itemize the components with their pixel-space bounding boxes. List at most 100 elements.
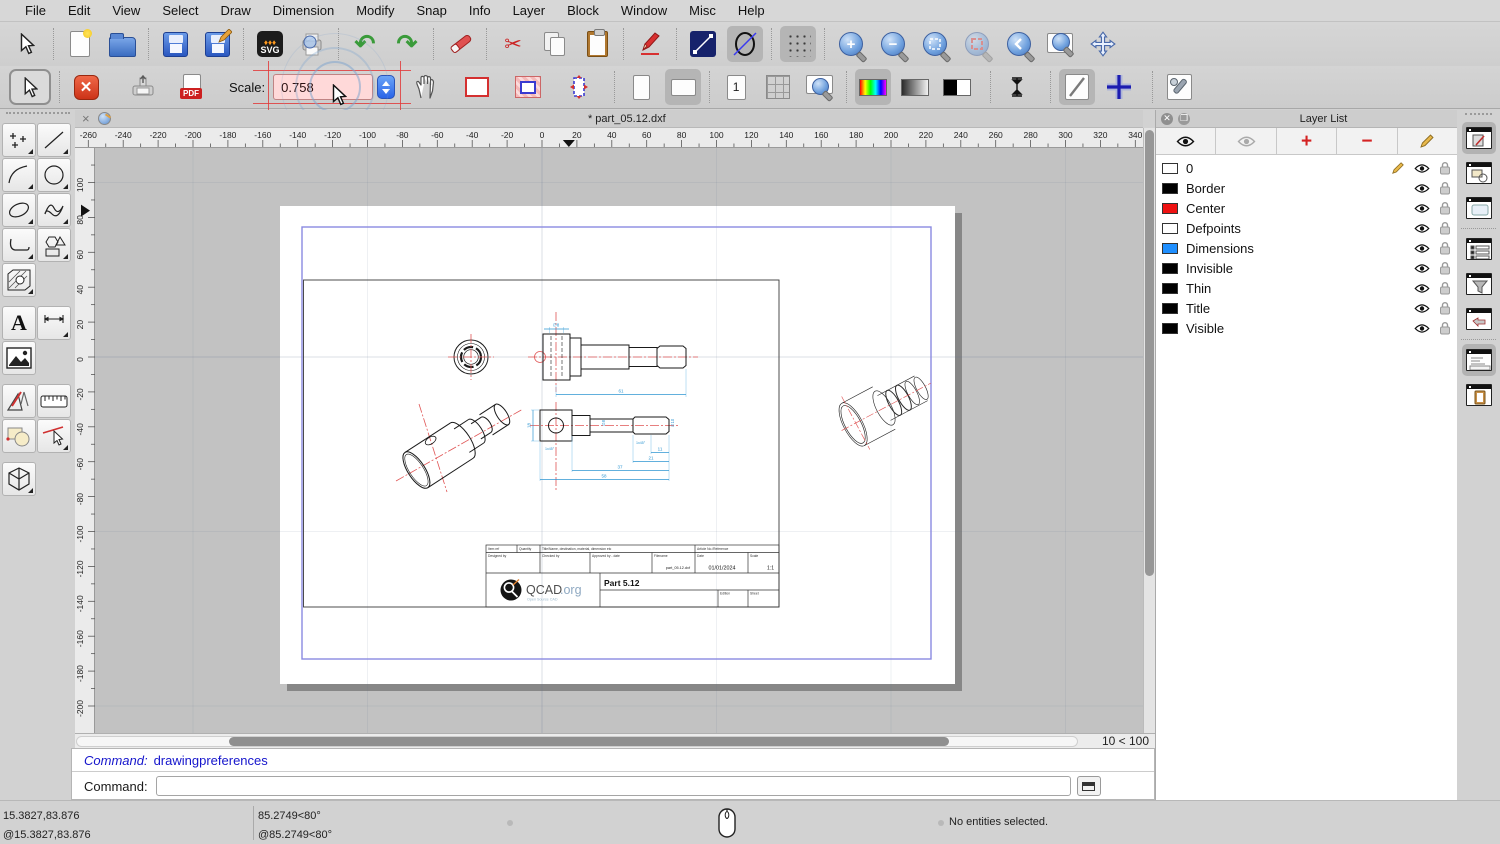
select-tool-button[interactable] [9,26,45,62]
add-layer-button[interactable]: + [1276,128,1338,154]
landscape-button[interactable] [665,69,702,105]
dock-drag-handle[interactable] [1465,113,1492,119]
view-list-toggle[interactable] [1462,192,1496,224]
menu-block[interactable]: Block [556,3,610,18]
auto-fit-button[interactable] [561,69,597,105]
library-browser-toggle[interactable] [1462,303,1496,335]
polyline-tools-button[interactable] [2,228,36,262]
point-tools-button[interactable] [2,123,36,157]
eye-icon[interactable] [1414,283,1430,294]
command-options-button[interactable] [1076,776,1101,796]
lock-icon[interactable] [1439,321,1451,335]
scale-input[interactable]: 0.758 [273,74,374,100]
cut-button[interactable]: ✂ [495,26,531,62]
eye-icon[interactable] [1414,163,1430,174]
eye-icon[interactable] [1414,223,1430,234]
vertical-scrollbar-thumb[interactable] [1145,130,1154,576]
hide-all-layers-button[interactable] [1216,128,1277,154]
lock-icon[interactable] [1439,181,1451,195]
vertical-scrollbar[interactable] [1143,128,1155,733]
menu-dimension[interactable]: Dimension [262,3,345,18]
portrait-button[interactable] [623,69,659,105]
command-input[interactable] [155,776,1071,796]
layer-color-swatch[interactable] [1162,302,1178,314]
menu-draw[interactable]: Draw [209,3,261,18]
lock-icon[interactable] [1439,241,1451,255]
menu-view[interactable]: View [101,3,151,18]
layer-color-swatch[interactable] [1162,322,1178,334]
drawing-sheet-button[interactable] [1059,69,1096,105]
menu-info[interactable]: Info [458,3,502,18]
command-line-toggle[interactable] [1461,344,1496,376]
delete-button[interactable] [442,26,478,62]
menu-snap[interactable]: Snap [406,3,458,18]
selection-mode-button[interactable] [9,69,51,105]
menu-help[interactable]: Help [727,3,776,18]
layer-row-center[interactable]: Center [1156,198,1457,218]
paste-button[interactable] [579,26,615,62]
property-editor-toggle[interactable] [1462,233,1496,265]
close-preview-button[interactable]: ✕ [68,69,104,105]
shape-tools-button[interactable] [37,228,71,262]
panel-close-button[interactable]: ✕ [1161,112,1173,125]
draw-pencil-button[interactable] [632,26,668,62]
selection-tools-button[interactable] [2,419,36,453]
lock-icon[interactable] [1439,261,1451,275]
lock-icon[interactable] [1439,201,1451,215]
text-tools-button[interactable]: A [2,306,36,340]
menu-file[interactable]: File [14,3,57,18]
ellipse-tools-button[interactable] [2,193,36,227]
selection-filter-toggle[interactable] [1462,268,1496,300]
line-tools-button[interactable] [37,123,71,157]
zoom-out-button[interactable]: − [875,26,911,62]
pan-hand-button[interactable] [408,69,444,105]
panel-undock-button[interactable]: ❐ [1178,112,1190,125]
lock-icon[interactable] [1439,301,1451,315]
zoom-selection-button[interactable] [959,26,995,62]
menu-layer[interactable]: Layer [502,3,557,18]
horizontal-scrollbar[interactable]: 10 < 100 [75,733,1155,748]
grid-toggle-button[interactable] [780,26,816,62]
menu-window[interactable]: Window [610,3,678,18]
layer-row-title[interactable]: Title [1156,298,1457,318]
layer-list-toggle[interactable] [1461,122,1496,154]
menu-misc[interactable]: Misc [678,3,727,18]
save-as-button[interactable] [199,26,235,62]
edit-layer-button[interactable] [1397,128,1458,154]
circle-tools-button[interactable] [37,158,71,192]
clipboard-panel-toggle[interactable] [1462,379,1496,411]
image-tool-button[interactable] [2,341,36,375]
line-tool-button[interactable] [685,26,721,62]
multi-page-button[interactable] [760,69,796,105]
open-file-button[interactable] [104,26,140,62]
eye-icon[interactable] [1414,243,1430,254]
zoom-in-button[interactable]: + [833,26,869,62]
snap-select-button[interactable] [37,419,71,453]
layer-row-0[interactable]: 0 [1156,158,1457,178]
layer-row-defpoints[interactable]: Defpoints [1156,218,1457,238]
lock-icon[interactable] [1439,281,1451,295]
zoom-page-button[interactable] [1043,26,1079,62]
undo-button[interactable]: ↶ [347,26,383,62]
zoom-to-page-button[interactable] [802,69,838,105]
block-list-toggle[interactable] [1462,157,1496,189]
menu-select[interactable]: Select [151,3,209,18]
ellipse-tool-button[interactable] [727,26,763,62]
layer-color-swatch[interactable] [1162,282,1178,294]
save-button[interactable] [157,26,193,62]
zoom-auto-button[interactable] [917,26,953,62]
layer-color-swatch[interactable] [1162,162,1178,174]
dimension-tools-button[interactable] [37,306,71,340]
eye-icon[interactable] [1414,323,1430,334]
measure-tools-button[interactable] [37,384,71,418]
hatch-tools-button[interactable] [2,263,36,297]
layer-color-swatch[interactable] [1162,242,1178,254]
tab-close-button[interactable]: × [82,111,90,126]
solid-tools-button[interactable] [2,462,36,496]
zoom-previous-button[interactable] [1001,26,1037,62]
show-all-layers-button[interactable] [1156,128,1217,154]
lock-icon[interactable] [1439,161,1451,175]
palette-drag-handle[interactable] [6,112,70,119]
full-color-button[interactable] [855,69,892,105]
redo-button[interactable]: ↷ [389,26,425,62]
